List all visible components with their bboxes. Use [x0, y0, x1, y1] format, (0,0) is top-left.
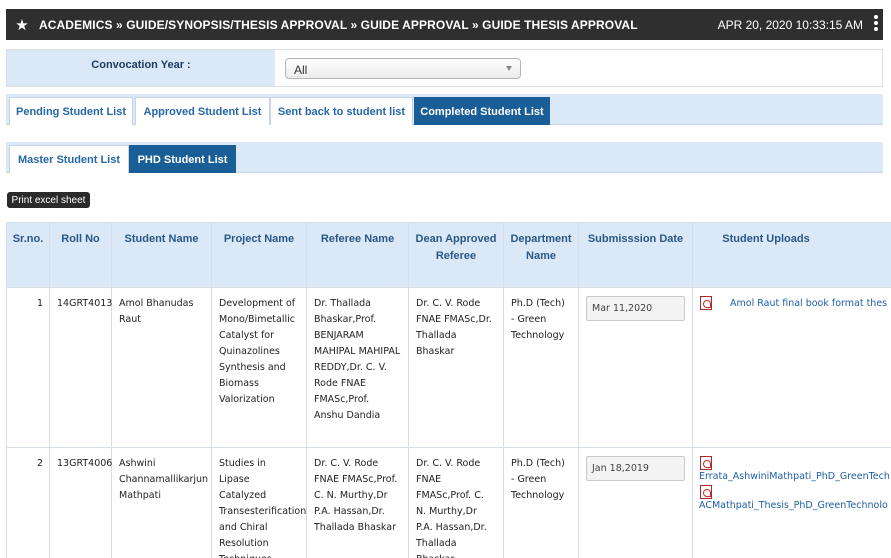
- upload-link[interactable]: Amol Raut final book format thes: [700, 296, 891, 312]
- datetime: APR 20, 2020 10:33:15 AM: [717, 17, 863, 32]
- cell-srno: 1: [6, 287, 50, 448]
- col-header-dean-approved-referee: Dean Approved Referee: [408, 222, 504, 288]
- star-icon[interactable]: ★: [9, 16, 35, 34]
- upload-filename[interactable]: Errata_AshwiniMathpati_PhD_GreenTech: [699, 469, 890, 485]
- pdf-icon: [700, 456, 712, 470]
- upload-link[interactable]: ACMathpati_Thesis_PhD_GreenTechnolo: [699, 485, 891, 514]
- cell-dean-approved-referee: Dr. C. V. Rode FNAE FMASc,Dr. Thallada B…: [408, 287, 504, 448]
- cell-srno: 2: [6, 447, 50, 558]
- header-bar: ★ ACADEMICS » GUIDE/SYNOPSIS/THESIS APPR…: [6, 9, 883, 40]
- table-header-row: Sr.no. Roll No Student Name Project Name…: [6, 222, 891, 288]
- upload-filename[interactable]: ACMathpati_Thesis_PhD_GreenTechnolo: [699, 498, 888, 514]
- col-header-submission-date: Submisssion Date: [578, 222, 693, 288]
- cell-roll-no: 13GRT4006: [49, 447, 112, 558]
- tab-approved-student-list[interactable]: Approved Student List: [135, 97, 270, 125]
- tab-pending-student-list[interactable]: Pending Student List: [9, 97, 133, 125]
- pdf-icon: [700, 296, 712, 310]
- cell-referee-name: Dr. C. V. Rode FNAE FMASc,Prof. C. N. Mu…: [306, 447, 409, 558]
- cell-department-name: Ph.D (Tech) - Green Technology: [503, 287, 579, 448]
- col-header-department-name: Department Name: [503, 222, 579, 288]
- cell-project-name: Development of Mono/Bimetallic Catalyst …: [211, 287, 307, 448]
- status-tab-bar: Pending Student List Approved Student Li…: [6, 94, 883, 125]
- tab-sent-back-to-student-list[interactable]: Sent back to student list: [270, 97, 413, 125]
- submission-date-field: Jan 18,2019: [586, 456, 685, 481]
- col-header-student-name: Student Name: [111, 222, 212, 288]
- cell-roll-no: 14GRT4013: [49, 287, 112, 448]
- table-row: 2 13GRT4006 Ashwini Channamallikarjun Ma…: [6, 447, 891, 558]
- col-header-referee-name: Referee Name: [306, 222, 409, 288]
- convocation-year-value: All: [294, 63, 308, 77]
- convocation-year-select[interactable]: All: [285, 58, 521, 79]
- cell-student-uploads: Amol Raut final book format thes: [692, 287, 891, 448]
- upload-link[interactable]: Errata_AshwiniMathpati_PhD_GreenTech: [699, 456, 891, 485]
- cell-submission-date: Mar 11,2020: [578, 287, 693, 448]
- pdf-icon: [700, 485, 712, 499]
- col-header-project-name: Project Name: [211, 222, 307, 288]
- cell-student-uploads: Errata_AshwiniMathpati_PhD_GreenTech ACM…: [692, 447, 891, 558]
- col-header-roll-no: Roll No: [49, 222, 112, 288]
- dropdown-arrow-icon: [506, 66, 512, 71]
- col-header-srno: Sr.no.: [6, 222, 50, 288]
- upload-filename[interactable]: Amol Raut final book format thes: [730, 296, 887, 312]
- program-tab-bar: Master Student List PHD Student List: [6, 142, 883, 173]
- tab-completed-student-list[interactable]: Completed Student List: [414, 97, 550, 125]
- breadcrumb: ACADEMICS » GUIDE/SYNOPSIS/THESIS APPROV…: [39, 17, 638, 32]
- col-header-student-uploads: Student Uploads: [692, 222, 891, 288]
- cell-student-name: Amol Bhanudas Raut: [111, 287, 212, 448]
- convocation-year-label: Convocation Year :: [7, 50, 275, 86]
- cell-dean-approved-referee: Dr. C. V. Rode FNAE FMASc,Prof. C. N. Mu…: [408, 447, 504, 558]
- kebab-menu-icon[interactable]: [873, 15, 879, 31]
- tab-phd-student-list[interactable]: PHD Student List: [129, 145, 236, 173]
- tab-master-student-list[interactable]: Master Student List: [9, 145, 129, 173]
- student-table: Sr.no. Roll No Student Name Project Name…: [6, 222, 891, 558]
- print-excel-button[interactable]: Print excel sheet: [7, 192, 90, 208]
- filter-row: Convocation Year : All: [6, 49, 883, 87]
- cell-submission-date: Jan 18,2019: [578, 447, 693, 558]
- submission-date-field: Mar 11,2020: [586, 296, 685, 321]
- table-row: 1 14GRT4013 Amol Bhanudas Raut Developme…: [6, 287, 891, 448]
- cell-student-name: Ashwini Channamallikarjun Mathpati: [111, 447, 212, 558]
- cell-department-name: Ph.D (Tech) - Green Technology: [503, 447, 579, 558]
- cell-project-name: Studies in Lipase Catalyzed Transesterif…: [211, 447, 307, 558]
- cell-referee-name: Dr. Thallada Bhaskar,Prof. BENJARAM MAHI…: [306, 287, 409, 448]
